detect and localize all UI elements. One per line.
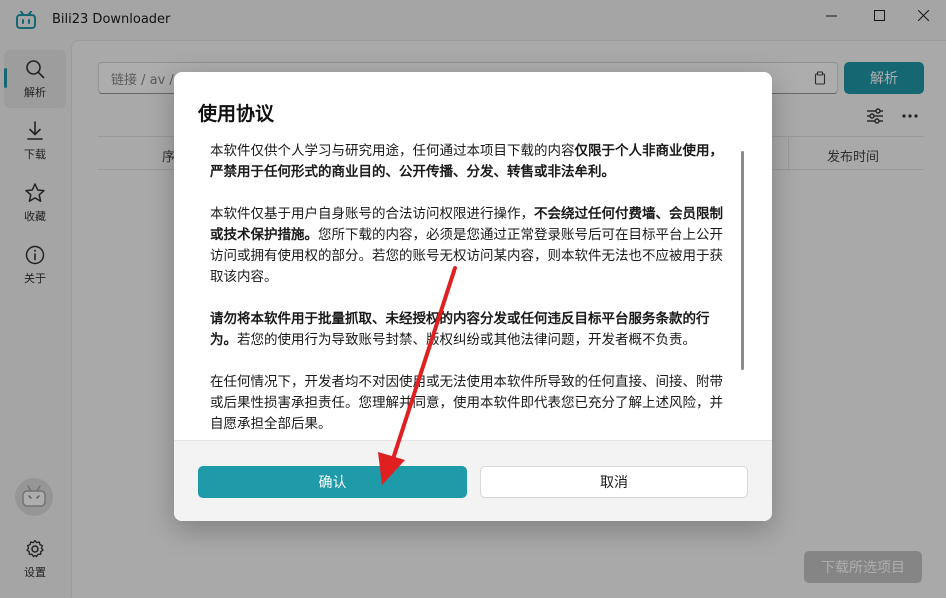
dialog-footer: 确认 取消 — [174, 440, 772, 521]
dialog-scrollbar[interactable] — [741, 151, 744, 370]
dialog-body: 本软件仅供个人学习与研究用途，任何通过本项目下载的内容仅限于个人非商业使用，严禁… — [210, 141, 730, 456]
confirm-button[interactable]: 确认 — [198, 466, 467, 498]
dialog-paragraph: 本软件仅基于用户自身账号的合法访问权限进行操作，不会绕过任何付费墙、会员限制或技… — [210, 204, 730, 288]
dialog-paragraph: 请勿将本软件用于批量抓取、未经授权的内容分发或任何违反目标平台服务条款的行为。若… — [210, 309, 730, 351]
cancel-button[interactable]: 取消 — [480, 466, 748, 498]
dialog-text: 在任何情况下，开发者均不对因使用或无法使用本软件所导致的任何直接、间接、附带或后… — [210, 374, 723, 432]
dialog-text: 本软件仅基于用户自身账号的合法访问权限进行操作， — [210, 206, 534, 222]
dialog-title: 使用协议 — [198, 103, 275, 125]
dialog-paragraph: 本软件仅供个人学习与研究用途，任何通过本项目下载的内容仅限于个人非商业使用，严禁… — [210, 141, 730, 183]
terms-dialog: 使用协议 本软件仅供个人学习与研究用途，任何通过本项目下载的内容仅限于个人非商业… — [174, 72, 772, 521]
dialog-text: 本软件仅供个人学习与研究用途，任何通过本项目下载的内容 — [210, 143, 575, 159]
dialog-text: 若您的使用行为导致账号封禁、版权纠纷或其他法律问题，开发者概不负责。 — [237, 332, 696, 348]
dialog-paragraph: 在任何情况下，开发者均不对因使用或无法使用本软件所导致的任何直接、间接、附带或后… — [210, 372, 730, 435]
